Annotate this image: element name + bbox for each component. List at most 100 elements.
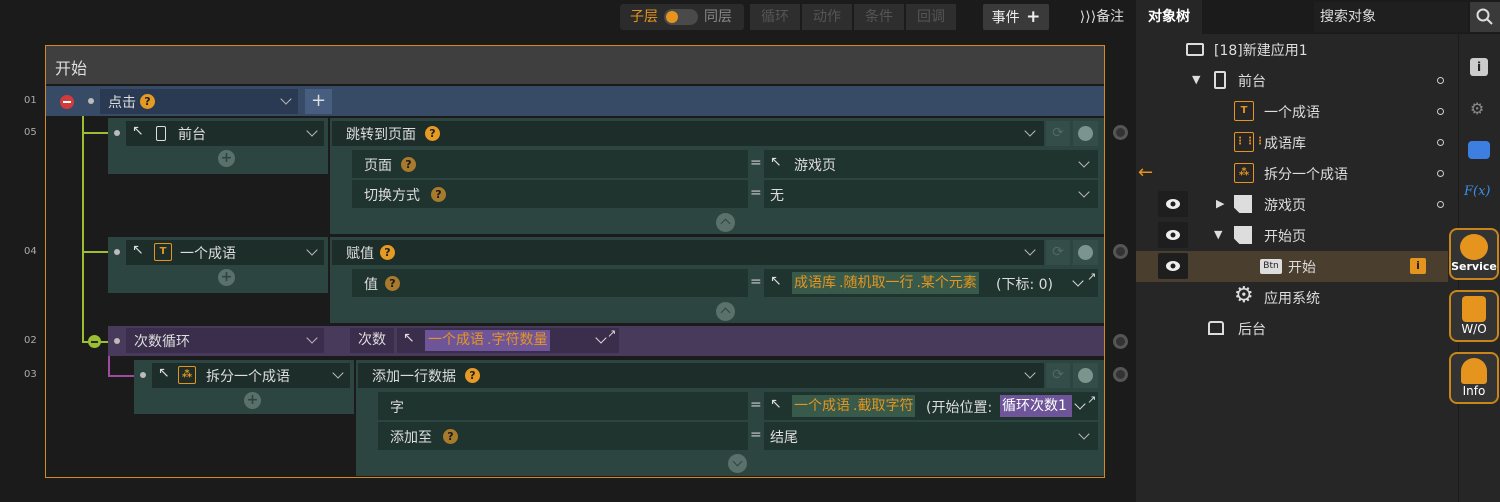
bullet — [114, 130, 120, 136]
action-select[interactable]: 添加一行数据 ? — [358, 363, 1044, 388]
expand-icon[interactable]: ↗ — [1087, 270, 1096, 283]
action-select[interactable]: 跳转到页面 ? — [332, 121, 1044, 146]
refresh-button[interactable]: ⟳ — [1046, 121, 1070, 146]
action-button[interactable]: 动作 — [802, 4, 852, 30]
clock-icon — [1078, 126, 1093, 141]
expression-chip: 成语库 .随机取一行 .某个元素 — [792, 272, 979, 294]
tree-item-idiom[interactable]: T 一个成语 — [1136, 96, 1460, 127]
collapse-button[interactable] — [716, 302, 735, 321]
line-number: 01 — [24, 95, 37, 106]
chevron-down-icon — [306, 332, 318, 344]
help-icon[interactable]: ? — [465, 368, 480, 383]
side-radio[interactable] — [1113, 334, 1128, 349]
transition-select[interactable]: 无 — [764, 180, 1098, 208]
tree-item-app[interactable]: [18]新建应用1 — [1136, 34, 1460, 65]
phone-icon — [1214, 71, 1226, 89]
help-icon[interactable]: ? — [140, 94, 155, 109]
tree-item-start-btn[interactable]: Btn 开始 i — [1136, 251, 1448, 282]
tree-item-idiom-lib[interactable]: ⋮⋮⋮ 成语库 — [1136, 127, 1460, 158]
add-sub-button[interactable]: + — [218, 150, 235, 167]
equals-sign: = — [750, 427, 762, 443]
expand-button[interactable] — [728, 454, 747, 473]
search-button[interactable] — [1470, 2, 1500, 32]
info-panel-icon[interactable]: i — [1470, 58, 1488, 76]
eye-button[interactable] — [1158, 222, 1188, 248]
timer-button[interactable] — [1073, 240, 1098, 265]
help-icon[interactable]: ? — [431, 187, 446, 202]
settings-panel-icon[interactable]: ⚙ — [1470, 100, 1488, 118]
add-sub-button[interactable]: + — [244, 392, 261, 409]
side-radio[interactable] — [1113, 244, 1128, 259]
expand-icon[interactable]: ↗ — [1087, 393, 1096, 406]
object-tree-tab[interactable]: 对象树 — [1136, 0, 1202, 34]
value-expression[interactable]: ↖ 成语库 .随机取一行 .某个元素 (下标: 0) ↗ — [764, 269, 1098, 297]
layer-toggle[interactable]: 子层 同层 — [620, 4, 744, 30]
split-icon: ⁂ — [178, 366, 196, 384]
tree-item-start-page[interactable]: ▼ 开始页 — [1136, 220, 1460, 251]
back-arrow-icon[interactable]: ← — [1138, 162, 1153, 183]
help-icon[interactable]: ? — [401, 157, 416, 172]
wo-button[interactable]: W/O — [1449, 290, 1499, 342]
condition-button[interactable]: 条件 — [854, 4, 904, 30]
status-dot — [1437, 139, 1444, 146]
service-icon — [1460, 234, 1488, 260]
target-select[interactable]: ↖ ⁂ 拆分一个成语 — [152, 363, 350, 388]
refresh-button[interactable]: ⟳ — [1046, 363, 1070, 388]
position-select[interactable]: 结尾 — [764, 422, 1098, 450]
info-button[interactable]: Info — [1449, 352, 1499, 404]
child-layer-label: 子层 — [630, 9, 658, 25]
refresh-button[interactable]: ⟳ — [1046, 240, 1070, 265]
collapse-minus-icon[interactable] — [60, 95, 74, 109]
bullet — [88, 98, 94, 104]
tree-item-front[interactable]: ▼ 前台 — [1136, 65, 1460, 96]
help-icon[interactable]: ? — [425, 126, 440, 141]
value-expression[interactable]: ↖ 一个成语 .截取字符 (开始位置: 循环次数1 ↗ — [764, 392, 1098, 420]
status-dot — [1437, 201, 1444, 208]
connector-line — [108, 375, 136, 377]
eye-button[interactable] — [1158, 191, 1188, 217]
loop-select[interactable]: 次数循环 — [126, 328, 324, 353]
collapse-button[interactable] — [716, 213, 735, 232]
tree-item-split[interactable]: ← ⁂ 拆分一个成语 — [1136, 158, 1460, 189]
triple-chevron-icon: ⟩⟩⟩ — [1079, 9, 1097, 25]
target-select[interactable]: ↖ 前台 — [126, 121, 324, 146]
trigger-select[interactable]: 点击 ? — [100, 89, 298, 114]
tree-item-game-page[interactable]: ▶ 游戏页 — [1136, 189, 1460, 220]
target-select[interactable]: ↖ T 一个成语 — [126, 240, 324, 265]
add-event-button[interactable]: 事件 + — [983, 4, 1049, 30]
search-input[interactable]: 搜索对象 — [1314, 2, 1468, 32]
help-icon[interactable]: ? — [380, 245, 395, 260]
tree-item-app-system[interactable]: ⚙ 应用系统 — [1136, 282, 1460, 313]
add-condition-button[interactable]: + — [305, 89, 332, 114]
tree-item-backend[interactable]: 后台 — [1136, 313, 1460, 344]
notes-button[interactable]: ⟩⟩⟩备注 — [1074, 4, 1130, 30]
loop-button[interactable]: 循环 — [750, 4, 800, 30]
info-badge-icon[interactable]: i — [1410, 258, 1426, 274]
chat-panel-icon[interactable] — [1468, 141, 1490, 159]
caret-right-icon: ▶ — [1216, 197, 1225, 210]
side-radio[interactable] — [1113, 125, 1128, 140]
eye-button[interactable] — [1158, 253, 1188, 279]
service-button[interactable]: Service — [1449, 228, 1499, 280]
fx-panel-icon[interactable]: F(x) — [1464, 184, 1494, 204]
page-value-select[interactable]: ↖ 游戏页 — [764, 150, 1098, 178]
help-icon[interactable]: ? — [385, 276, 400, 291]
pointer-icon: ↖ — [770, 273, 782, 289]
callback-button[interactable]: 回调 — [906, 4, 956, 30]
toggle-switch[interactable] — [664, 9, 698, 25]
side-radio[interactable] — [1113, 367, 1128, 382]
count-expression[interactable]: ↖ 一个成语 .字符数量 ↗ — [397, 327, 619, 353]
chevron-down-icon — [306, 125, 318, 137]
action-select[interactable]: 赋值 ? — [332, 240, 1044, 265]
chevron-down-icon — [332, 367, 344, 379]
help-icon[interactable]: ? — [443, 429, 458, 444]
collapse-minus-icon[interactable] — [88, 335, 101, 348]
chevron-down-icon — [1074, 398, 1086, 410]
line-number: 05 — [24, 127, 37, 138]
expand-icon[interactable]: ↗ — [607, 327, 616, 340]
connector-line — [82, 251, 110, 253]
add-sub-button[interactable]: + — [218, 269, 235, 286]
timer-button[interactable] — [1073, 121, 1098, 146]
timer-button[interactable] — [1073, 363, 1098, 388]
search-icon — [1476, 8, 1493, 25]
